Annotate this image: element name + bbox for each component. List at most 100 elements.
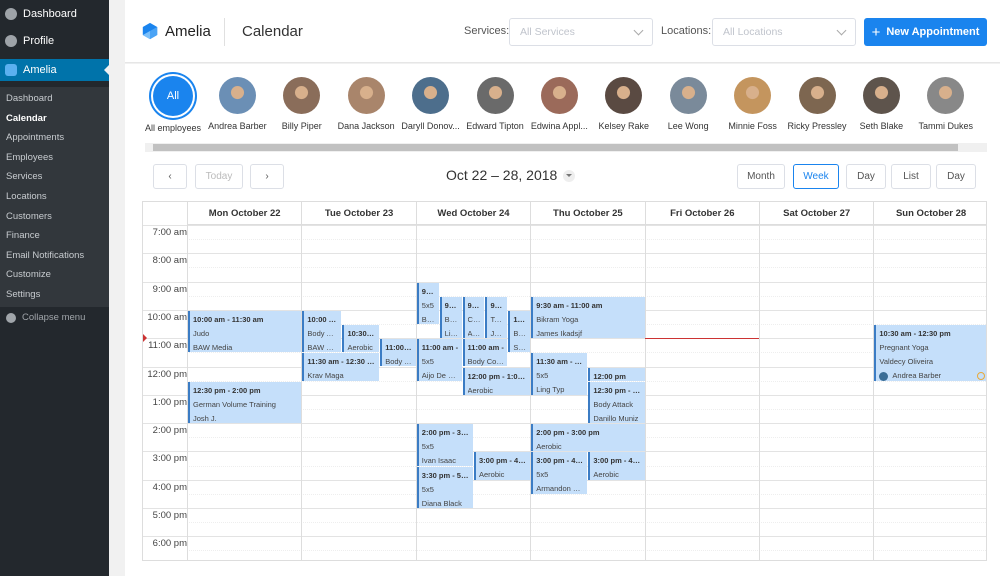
services-select[interactable]: All Services: [509, 18, 653, 46]
appointment[interactable]: 9:00 5x5 Bill...: [416, 282, 439, 325]
locations-select[interactable]: All Locations: [712, 18, 856, 46]
employee-avatar: [669, 77, 707, 114]
appointment-service: Bikram Yoga: [536, 314, 579, 324]
appointment-service: German Volume Training: [193, 399, 276, 409]
button-label: New Appointment: [886, 26, 980, 38]
employee-6[interactable]: Edwina Appl...: [527, 77, 591, 131]
appointment[interactable]: 3:00 pm - 4:30 5x5 Armandon Go...: [531, 452, 588, 494]
half-hour-line: [187, 239, 986, 241]
hour-line: [143, 508, 986, 509]
scrollbar-thumb[interactable]: [153, 144, 958, 151]
view-day[interactable]: Day: [846, 164, 886, 189]
appointment-time: 11:00 am: [385, 343, 413, 353]
today-button[interactable]: Today: [195, 164, 243, 189]
appointment-time: 3:00 pm - 4:00: [593, 456, 642, 466]
appointment[interactable]: 11:00 am - 5x5 Aijo De Bien: [416, 339, 462, 381]
appointment-time: 11:30 am - 1:00: [536, 357, 585, 367]
appointment[interactable]: 9:30 Car... An...: [462, 296, 485, 339]
half-hour-line: [187, 493, 986, 495]
date-range[interactable]: Oct 22 – 28, 2018: [446, 167, 576, 183]
appointment[interactable]: 10:30 am Aerobic: [342, 325, 380, 353]
employee-avatar: [347, 77, 385, 114]
divider: [224, 18, 225, 46]
menu-amelia[interactable]: Amelia: [0, 59, 109, 81]
employee-10[interactable]: Ricky Pressley: [785, 77, 849, 131]
submenu-item-calendar[interactable]: Calendar: [0, 109, 109, 129]
submenu-item-customize[interactable]: Customize: [0, 265, 109, 285]
appointment-time: 11:30 am - 12:30 pm: [307, 357, 377, 367]
submenu-item-locations[interactable]: Locations: [0, 187, 109, 207]
hour-line: [143, 281, 986, 283]
appointment[interactable]: 12:00 pm: [588, 367, 645, 381]
appointment-service: Aerobic: [479, 470, 505, 480]
appointment-service: Car...: [467, 314, 482, 324]
new-appointment-button[interactable]: + New Appointment: [864, 18, 987, 46]
appointment[interactable]: 9:30 am - 11:00 am Bikram Yoga James Ikads…: [531, 296, 645, 339]
employee-avatar: [798, 77, 836, 114]
view-list[interactable]: List: [891, 164, 931, 189]
employee-12[interactable]: Tammi Dukes: [914, 77, 978, 131]
appointment[interactable]: 10:30 am - 12:30 pm Pregnant Yoga Valdecy …: [874, 325, 986, 381]
appointment[interactable]: 10:0 Bo... Sh...: [508, 310, 531, 353]
employee-8[interactable]: Lee Wong: [656, 77, 720, 131]
appointment[interactable]: 2:00 pm - 3:30 5x5 Ivan Isaac: [416, 424, 473, 466]
calendar-panel: All All employees Andrea Barber Billy Piper…: [125, 64, 1000, 576]
submenu-item-dashboard[interactable]: Dashboard: [0, 89, 109, 109]
employee-2[interactable]: Billy Piper: [270, 77, 334, 131]
appointment-time: 10:00 am - 11:30 am: [193, 314, 264, 324]
appointment[interactable]: 3:00 pm - 4:00 Aerobic: [474, 452, 531, 480]
appointment[interactable]: 11:30 am - 1:00 5x5 Ling Typ: [531, 353, 588, 395]
menu-dashboard[interactable]: Dashboard: [0, 0, 109, 27]
appointment[interactable]: 12:30 pm - 2:00 pm German Volume Training…: [188, 381, 302, 424]
employee-name: Lee Wong: [667, 121, 709, 131]
day-header: Sat October 27: [759, 202, 874, 225]
appointment[interactable]: 9:30 Bo... Lia...: [439, 296, 462, 339]
collapse-menu-button[interactable]: Collapse menu: [6, 312, 85, 323]
appointment[interactable]: 10:00 am - 11:30 am Judo BAW Media: [188, 310, 302, 353]
employee-scrollbar[interactable]: [145, 143, 987, 152]
menu-profile[interactable]: Profile: [0, 27, 109, 54]
employee-11[interactable]: Seth Blake: [849, 77, 913, 131]
submenu-item-employees[interactable]: Employees: [0, 148, 109, 168]
appointment-service: Bo...: [513, 328, 527, 338]
employee-7[interactable]: Kelsey Rake: [592, 77, 656, 131]
employee-3[interactable]: Dana Jackson: [334, 77, 398, 131]
appointment[interactable]: 10:00 am Body At... BAW M...: [302, 310, 342, 353]
appointment[interactable]: 11:30 am - 12:30 pm Krav Maga: [302, 353, 380, 381]
view-day-2[interactable]: Day: [936, 164, 976, 189]
appointment[interactable]: 2:00 pm - 3:00 pm Aerobic: [531, 424, 645, 452]
appointment[interactable]: 12:30 pm - 2:00 Body Attack Danillo Muniz: [588, 381, 645, 424]
appointment-customer: An...: [467, 328, 482, 338]
day-column-line: [873, 202, 875, 560]
employee-9[interactable]: Minnie Foss: [721, 77, 785, 131]
submenu-item-services[interactable]: Services: [0, 167, 109, 187]
submenu-item-finance[interactable]: Finance: [0, 226, 109, 246]
amelia-logo: Amelia: [141, 22, 211, 40]
appointment[interactable]: 12:00 pm - 1:00 pm Aerobic: [462, 367, 531, 395]
submenu-item-email-notifications[interactable]: Email Notifications: [0, 246, 109, 266]
appointment[interactable]: 9:30 Ta... Ja...: [485, 296, 508, 339]
employee-5[interactable]: Edward Tipton: [463, 77, 527, 131]
appointment[interactable]: 11:00 amBody At...Group b...: [380, 339, 416, 367]
submenu-item-appointments[interactable]: Appointments: [0, 128, 109, 148]
prev-button[interactable]: ‹: [153, 164, 187, 189]
hour-line: [143, 225, 986, 226]
view-week[interactable]: Week: [793, 164, 839, 189]
employee-4[interactable]: Daryll Donov...: [399, 77, 463, 131]
employee-1[interactable]: Andrea Barber: [205, 77, 269, 131]
employee-name: All employees: [144, 123, 202, 133]
submenu-item-customers[interactable]: Customers: [0, 207, 109, 227]
next-button[interactable]: ›: [250, 164, 284, 189]
appointment[interactable]: 3:30 pm - 5:00 5x5 Diana Black: [416, 466, 473, 508]
employee-0[interactable]: All All employees: [141, 76, 205, 133]
submenu-item-settings[interactable]: Settings: [0, 285, 109, 305]
appointment-time: 2:00 pm - 3:00 pm: [536, 428, 600, 438]
employee-avatar: [927, 77, 965, 114]
appointment-customer: Danillo Muniz: [593, 413, 639, 423]
employee-name: Andrea Barber: [208, 121, 267, 131]
employee-avatar: [476, 77, 514, 114]
appointment[interactable]: 11:00 am - Body Com...: [462, 339, 508, 367]
appointment[interactable]: 3:00 pm - 4:00 Aerobic: [588, 452, 645, 480]
view-month[interactable]: Month: [737, 164, 785, 189]
appointment-time: 9:00: [421, 286, 436, 296]
